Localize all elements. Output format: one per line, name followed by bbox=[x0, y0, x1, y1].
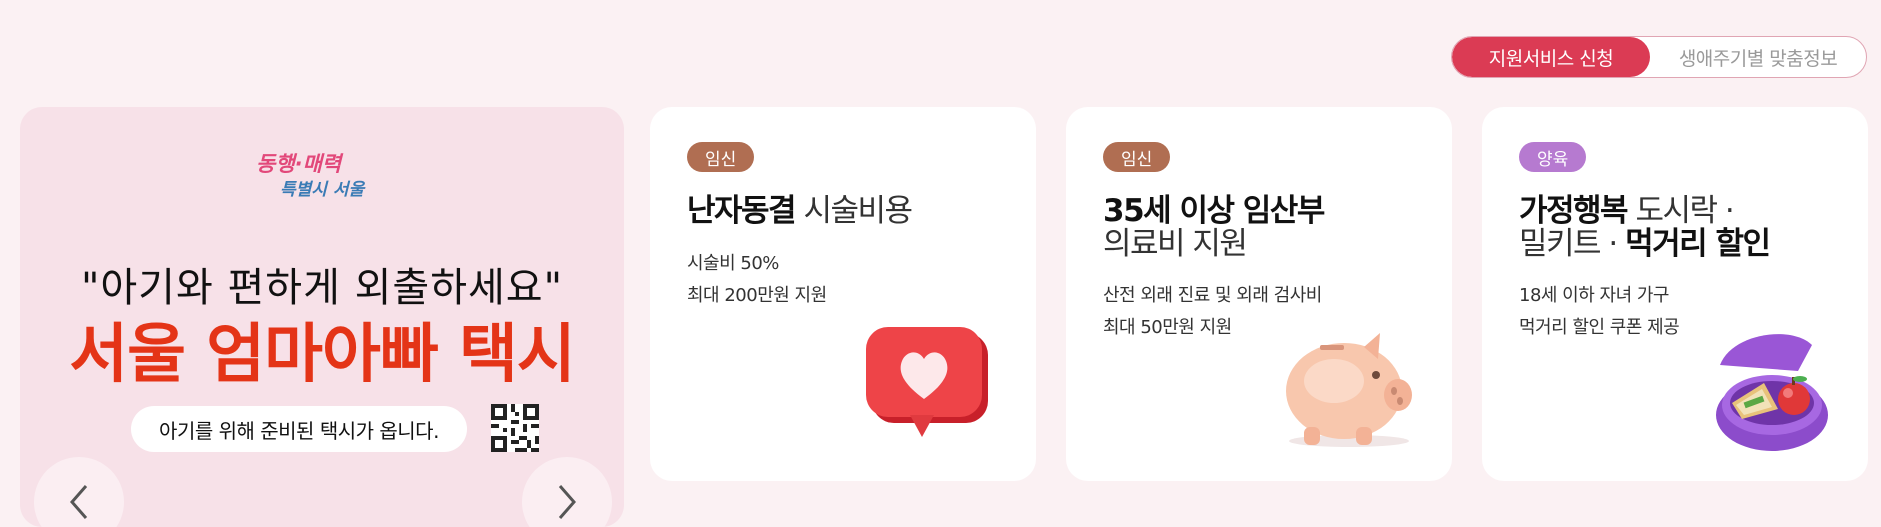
banner-next-button[interactable] bbox=[522, 457, 612, 527]
banner-prev-button[interactable] bbox=[34, 457, 124, 527]
chevron-right-icon bbox=[558, 485, 576, 519]
category-badge: 임신 bbox=[1103, 142, 1171, 172]
toggle-lifecycle-info[interactable]: 생애주기별 맞춤정보 bbox=[1650, 37, 1866, 77]
heart-chat-icon bbox=[866, 327, 988, 437]
banner-title: 서울 엄마아빠 택시 bbox=[69, 318, 576, 392]
piggy-bank-icon bbox=[1286, 333, 1412, 447]
seoul-logo: 동행·매력 특별시 서울 bbox=[256, 152, 366, 200]
card-desc-1: 산전 외래 진료 및 외래 검사비 bbox=[1103, 285, 1322, 306]
svg-text:특별시 서울: 특별시 서울 bbox=[280, 180, 366, 200]
card-desc-2: 먹거리 할인 쿠폰 제공 bbox=[1519, 317, 1680, 338]
card-desc-2: 최대 200만원 지원 bbox=[687, 285, 827, 306]
support-card-family-meal[interactable]: 양육 가정행복 도시락 · 밀키트 · 먹거리 할인 18세 이하 자녀 가구 … bbox=[1482, 107, 1868, 481]
category-badge: 양육 bbox=[1519, 142, 1587, 172]
card-title: 가정행복 도시락 · 밀키트 · 먹거리 할인 bbox=[1519, 193, 1771, 262]
card-desc-1: 18세 이하 자녀 가구 bbox=[1519, 285, 1670, 306]
lunchbox-icon bbox=[1716, 334, 1828, 451]
card-title: 난자동결 시술비용 bbox=[687, 193, 913, 229]
card-desc-2: 최대 50만원 지원 bbox=[1103, 317, 1232, 338]
service-toggle: 지원서비스 신청 생애주기별 맞춤정보 bbox=[1451, 36, 1867, 78]
svg-text:동행·매력: 동행·매력 bbox=[256, 152, 344, 176]
card-title: 35세 이상 임산부 의료비 지원 bbox=[1103, 193, 1325, 262]
promo-banner[interactable]: 동행·매력 특별시 서울 "아기와 편하게 외출하세요" 서울 엄마아빠 택시 … bbox=[20, 107, 624, 527]
support-card-egg-freezing[interactable]: 임신 난자동결 시술비용 시술비 50% 최대 200만원 지원 bbox=[650, 107, 1036, 481]
support-card-pregnant-medical[interactable]: 임신 35세 이상 임산부 의료비 지원 산전 외래 진료 및 외래 검사비 최… bbox=[1066, 107, 1452, 481]
qr-code-icon bbox=[491, 404, 539, 452]
banner-pill: 아기를 위해 준비된 택시가 옵니다. bbox=[131, 406, 467, 452]
chevron-left-icon bbox=[70, 485, 88, 519]
toggle-support-service[interactable]: 지원서비스 신청 bbox=[1452, 37, 1650, 77]
category-badge: 임신 bbox=[687, 142, 755, 172]
card-desc-1: 시술비 50% bbox=[687, 253, 779, 274]
